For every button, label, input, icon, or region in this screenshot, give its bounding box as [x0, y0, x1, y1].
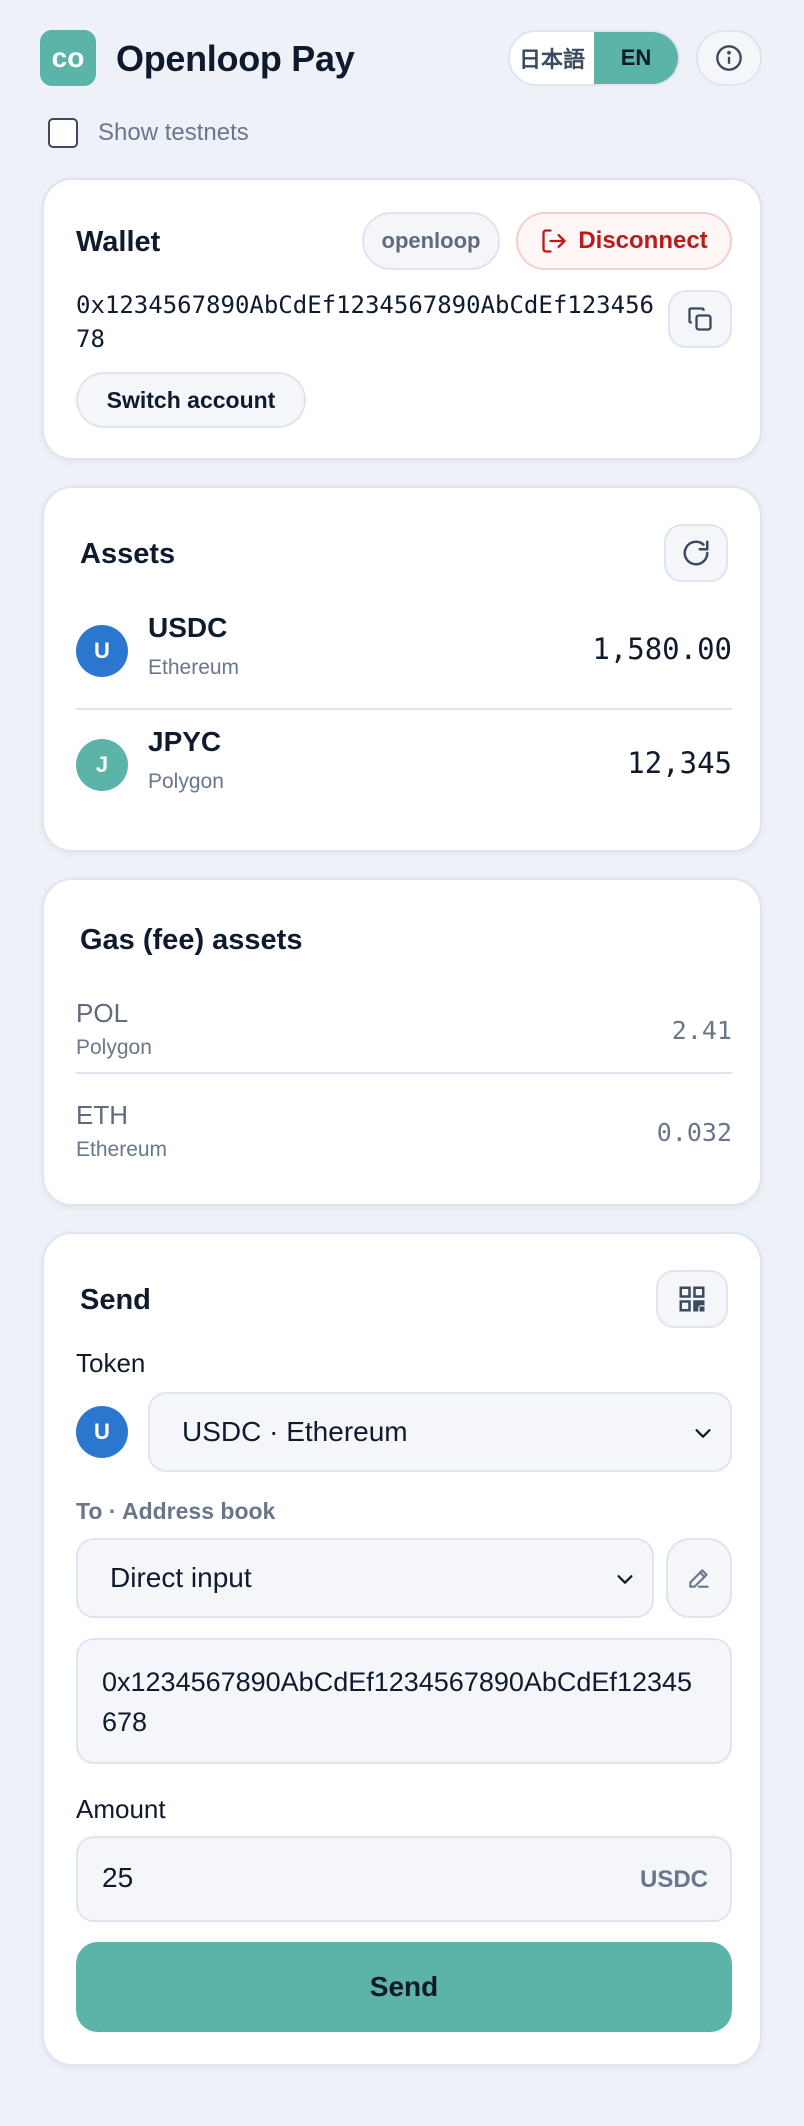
amount-input[interactable]: 25 USDC — [76, 1836, 732, 1922]
amount-unit: USDC — [639, 1866, 708, 1893]
asset-symbol: USDC — [148, 612, 228, 643]
app-title: Openloop Pay — [116, 38, 355, 79]
asset-balance: 1,580.00 — [592, 632, 732, 666]
language-switcher: 日本語 EN — [508, 30, 680, 86]
show-testnets-toggle[interactable]: Show testnets — [48, 118, 249, 148]
info-icon — [716, 45, 742, 71]
logout-icon — [542, 229, 566, 253]
asset-chain: Polygon — [148, 770, 224, 793]
asset-divider — [76, 708, 732, 710]
gas-symbol: ETH — [76, 1100, 128, 1130]
chevron-down-icon — [695, 1429, 711, 1438]
address-book-select-value: Direct input — [110, 1562, 252, 1593]
asset-symbol: JPYC — [148, 726, 222, 757]
lang-en-button[interactable]: EN — [594, 32, 678, 84]
token-select[interactable]: USDC · Ethereum — [148, 1392, 732, 1472]
show-testnets-label: Show testnets — [98, 119, 249, 146]
chevron-down-icon — [617, 1575, 633, 1584]
send-title: Send — [80, 1284, 151, 1316]
wallet-card: Wallet openloop Disconnect 0x1234567890A… — [42, 178, 762, 460]
disconnect-label: Disconnect — [578, 227, 708, 254]
wallet-provider-badge: openloop — [362, 212, 500, 270]
amount-label: Amount — [76, 1794, 166, 1824]
gas-divider — [76, 1072, 732, 1074]
disconnect-button[interactable]: Disconnect — [516, 212, 732, 270]
pencil-icon — [689, 1569, 709, 1588]
to-address-book-label: To · Address book — [76, 1498, 276, 1524]
asset-balance: 12,345 — [627, 746, 732, 780]
gas-chain: Polygon — [76, 1036, 152, 1059]
gas-row-pol: POL Polygon 2.41 — [76, 990, 732, 1090]
send-button[interactable]: Send — [76, 1942, 732, 2032]
edit-address-book-button[interactable] — [666, 1538, 732, 1618]
token-label: Token — [76, 1348, 146, 1378]
switch-account-button[interactable]: Switch account — [76, 372, 306, 428]
refresh-icon — [683, 540, 709, 566]
show-testnets-checkbox[interactable] — [48, 118, 78, 148]
scan-qr-button[interactable] — [656, 1270, 728, 1328]
token-select-value: USDC · Ethereum — [182, 1416, 408, 1447]
usdc-token-icon: U — [76, 625, 128, 677]
gas-assets-card: Gas (fee) assets POL Polygon 2.41 ETH Et… — [42, 878, 762, 1206]
gas-chain: Ethereum — [76, 1138, 168, 1161]
selected-token-icon: U — [76, 1406, 128, 1458]
gas-balance: 0.032 — [656, 1118, 732, 1147]
wallet-address: 0x1234567890AbCdEf1234567890AbCdEf123456… — [76, 291, 654, 353]
asset-chain: Ethereum — [148, 656, 240, 679]
assets-title: Assets — [80, 538, 176, 570]
asset-row-jpyc: J JPYC Polygon 12,345 — [76, 712, 732, 822]
amount-value: 25 — [102, 1862, 134, 1893]
gas-assets-title: Gas (fee) assets — [80, 924, 303, 956]
qr-code-icon — [679, 1286, 705, 1312]
refresh-assets-button[interactable] — [664, 524, 728, 582]
lang-ja-button[interactable]: 日本語 — [510, 32, 594, 84]
gas-balance: 2.41 — [671, 1016, 732, 1045]
recipient-address-input[interactable]: 0x1234567890AbCdEf1234567890AbCdEf123456… — [76, 1638, 732, 1764]
jpyc-token-icon: J — [76, 739, 128, 791]
address-book-select[interactable]: Direct input — [76, 1538, 654, 1618]
assets-card: Assets U USDC Ethereum 1,580.00 J JPYC P… — [42, 486, 762, 852]
app-header: co Openloop Pay 日本語 EN — [40, 28, 764, 88]
copy-icon — [688, 307, 712, 331]
info-button[interactable] — [696, 30, 762, 86]
asset-row-usdc: U USDC Ethereum 1,580.00 — [76, 598, 732, 708]
app-logo: co — [40, 30, 96, 86]
send-card: Send Token U USDC · Ethereum To · Addres… — [42, 1232, 762, 2066]
wallet-title: Wallet — [76, 226, 161, 258]
gas-row-eth: ETH Ethereum 0.032 — [76, 1092, 732, 1192]
copy-address-button[interactable] — [668, 290, 732, 348]
gas-symbol: POL — [76, 998, 129, 1028]
